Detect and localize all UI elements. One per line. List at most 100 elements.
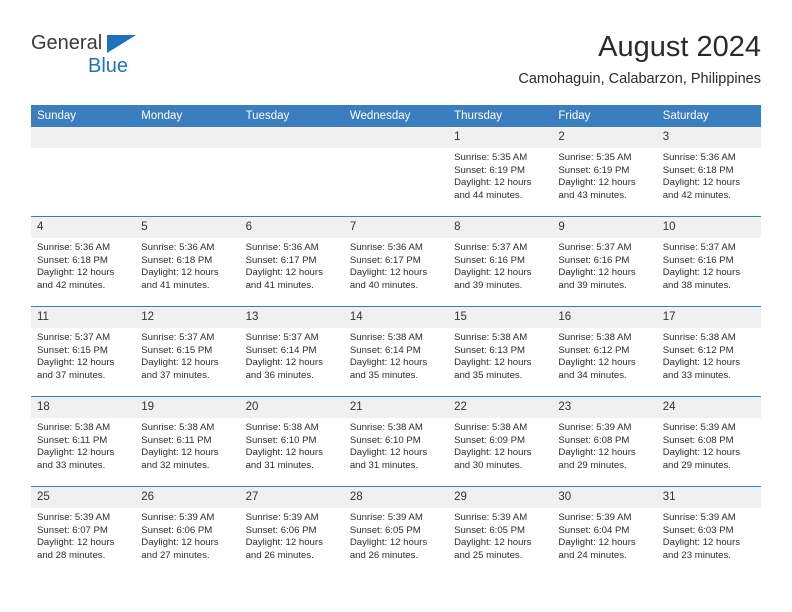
sunrise-time: Sunrise: 5:38 AM <box>37 422 111 433</box>
day-number: 4 <box>31 217 136 238</box>
daylight-duration-line2: and 32 minutes. <box>141 459 210 471</box>
sunset-time: Sunset: 6:16 PM <box>558 254 630 266</box>
day-number: 16 <box>552 307 657 328</box>
daylight-duration-line1: Daylight: 12 hours <box>454 357 532 369</box>
sunset-time: Sunset: 6:19 PM <box>558 164 630 176</box>
day-details: Sunrise: 5:38 AM Sunset: 6:11 PM Daylight:… <box>135 418 239 472</box>
day-details: Sunrise: 5:39 AM Sunset: 6:03 PM Daylight:… <box>657 508 761 562</box>
calendar-day-cell[interactable]: 5 Sunrise: 5:36 AM Sunset: 6:18 PM Daylight… <box>135 216 240 307</box>
calendar-day-cell[interactable]: 7 Sunrise: 5:36 AM Sunset: 6:17 PM Daylight… <box>343 216 449 307</box>
day-details: Sunrise: 5:37 AM Sunset: 6:14 PM Daylight:… <box>240 328 344 382</box>
calendar-week-row: 4 Sunrise: 5:36 AM Sunset: 6:18 PM Daylight… <box>31 216 761 307</box>
calendar-day-cell[interactable]: 12 Sunrise: 5:37 AM Sunset: 6:15 PM Dayligh… <box>135 306 240 397</box>
weekday-header-wednesday: Wednesday <box>343 105 449 127</box>
sunset-time: Sunset: 6:18 PM <box>37 254 108 266</box>
sunset-time: Sunset: 6:08 PM <box>662 434 734 446</box>
day-number: 15 <box>448 307 553 328</box>
sunrise-time: Sunrise: 5:39 AM <box>454 512 528 523</box>
calendar-day-cell[interactable]: 9 Sunrise: 5:37 AM Sunset: 6:16 PM Daylight… <box>552 216 657 307</box>
daylight-duration-line2: and 27 minutes. <box>141 549 210 561</box>
sunrise-time: Sunrise: 5:38 AM <box>349 332 423 343</box>
day-number: 27 <box>239 487 344 508</box>
daylight-duration-line2: and 42 minutes. <box>37 279 106 291</box>
calendar-body: 1 Sunrise: 5:35 AM Sunset: 6:19 PM Daylight… <box>31 127 761 576</box>
logo-text-blue: Blue <box>88 55 129 77</box>
calendar-day-cell[interactable]: 28 Sunrise: 5:39 AM Sunset: 6:05 PM Dayligh… <box>343 486 449 576</box>
day-number: 24 <box>656 397 761 418</box>
daylight-duration-line1: Daylight: 12 hours <box>141 357 219 369</box>
daylight-duration-line2: and 34 minutes. <box>558 369 627 381</box>
calendar-day-cell[interactable]: 17 Sunrise: 5:38 AM Sunset: 6:12 PM Dayligh… <box>656 306 761 397</box>
day-details: Sunrise: 5:38 AM Sunset: 6:13 PM Daylight:… <box>448 328 552 382</box>
calendar-day-cell[interactable]: 16 Sunrise: 5:38 AM Sunset: 6:12 PM Dayligh… <box>552 306 657 397</box>
sunrise-time: Sunrise: 5:38 AM <box>454 332 528 343</box>
calendar-day-cell[interactable]: 27 Sunrise: 5:39 AM Sunset: 6:06 PM Dayligh… <box>239 486 344 576</box>
daylight-duration-line1: Daylight: 12 hours <box>349 447 428 459</box>
calendar-day-cell[interactable]: 3 Sunrise: 5:36 AM Sunset: 6:18 PM Daylight… <box>656 127 761 217</box>
sunset-time: Sunset: 6:11 PM <box>141 434 212 446</box>
day-number: 10 <box>656 217 761 238</box>
day-number <box>31 127 136 148</box>
daylight-duration-line2: and 42 minutes. <box>662 189 731 201</box>
day-number: 31 <box>656 487 761 508</box>
daylight-duration-line2: and 41 minutes. <box>245 279 314 291</box>
weekday-header-tuesday: Tuesday <box>239 105 344 127</box>
daylight-duration-line1: Daylight: 12 hours <box>245 447 323 459</box>
calendar-day-cell[interactable]: 20 Sunrise: 5:38 AM Sunset: 6:10 PM Dayligh… <box>239 396 344 487</box>
daylight-duration-line2: and 40 minutes. <box>349 279 419 291</box>
day-number: 6 <box>239 217 344 238</box>
calendar-day-cell[interactable]: 18 Sunrise: 5:38 AM Sunset: 6:11 PM Dayligh… <box>31 396 136 487</box>
day-number: 29 <box>448 487 553 508</box>
calendar-day-cell[interactable]: 29 Sunrise: 5:39 AM Sunset: 6:05 PM Dayligh… <box>448 486 553 576</box>
day-details: Sunrise: 5:39 AM Sunset: 6:06 PM Daylight:… <box>135 508 239 562</box>
daylight-duration-line2: and 36 minutes. <box>245 369 314 381</box>
calendar-day-cell[interactable]: 22 Sunrise: 5:38 AM Sunset: 6:09 PM Dayligh… <box>448 396 553 487</box>
daylight-duration-line1: Daylight: 12 hours <box>245 537 323 549</box>
calendar-day-cell[interactable]: 2 Sunrise: 5:35 AM Sunset: 6:19 PM Daylight… <box>552 127 657 217</box>
sunset-time: Sunset: 6:12 PM <box>558 344 630 356</box>
daylight-duration-line1: Daylight: 12 hours <box>558 537 636 549</box>
day-number: 30 <box>552 487 657 508</box>
sunrise-time: Sunrise: 5:38 AM <box>141 422 215 433</box>
calendar-day-cell[interactable]: 14 Sunrise: 5:38 AM Sunset: 6:14 PM Dayligh… <box>343 306 449 397</box>
calendar-day-cell[interactable]: 11 Sunrise: 5:37 AM Sunset: 6:15 PM Dayligh… <box>31 306 136 397</box>
calendar-day-cell[interactable]: 4 Sunrise: 5:36 AM Sunset: 6:18 PM Daylight… <box>31 216 136 307</box>
calendar-day-cell[interactable]: 19 Sunrise: 5:38 AM Sunset: 6:11 PM Dayligh… <box>135 396 240 487</box>
calendar-day-cell[interactable]: 30 Sunrise: 5:39 AM Sunset: 6:04 PM Dayligh… <box>552 486 657 576</box>
daylight-duration-line1: Daylight: 12 hours <box>662 177 741 189</box>
calendar-day-cell[interactable]: 6 Sunrise: 5:36 AM Sunset: 6:17 PM Daylight… <box>239 216 344 307</box>
calendar-day-cell[interactable]: 26 Sunrise: 5:39 AM Sunset: 6:06 PM Dayligh… <box>135 486 240 576</box>
sunset-time: Sunset: 6:19 PM <box>454 164 526 176</box>
calendar-week-row: 18 Sunrise: 5:38 AM Sunset: 6:11 PM Dayligh… <box>31 396 761 487</box>
day-details: Sunrise: 5:36 AM Sunset: 6:18 PM Daylight:… <box>657 148 761 202</box>
calendar-day-cell-empty <box>239 127 344 217</box>
day-details: Sunrise: 5:37 AM Sunset: 6:16 PM Daylight:… <box>552 238 656 292</box>
daylight-duration-line1: Daylight: 12 hours <box>245 267 323 279</box>
weekday-header-sunday: Sunday <box>31 105 136 127</box>
calendar-day-cell[interactable]: 31 Sunrise: 5:39 AM Sunset: 6:03 PM Dayligh… <box>656 486 761 576</box>
weekday-header-saturday: Saturday <box>656 105 761 127</box>
calendar-day-cell[interactable]: 1 Sunrise: 5:35 AM Sunset: 6:19 PM Daylight… <box>448 127 553 217</box>
calendar-day-cell[interactable]: 10 Sunrise: 5:37 AM Sunset: 6:16 PM Dayligh… <box>656 216 761 307</box>
sunrise-time: Sunrise: 5:39 AM <box>662 512 736 523</box>
general-blue-logo[interactable]: General Blue <box>31 32 231 88</box>
calendar-day-cell[interactable]: 21 Sunrise: 5:38 AM Sunset: 6:10 PM Dayligh… <box>343 396 449 487</box>
sunset-time: Sunset: 6:10 PM <box>245 434 317 446</box>
sunrise-time: Sunrise: 5:35 AM <box>558 152 632 163</box>
calendar-day-cell[interactable]: 25 Sunrise: 5:39 AM Sunset: 6:07 PM Dayligh… <box>31 486 136 576</box>
calendar-day-cell[interactable]: 8 Sunrise: 5:37 AM Sunset: 6:16 PM Daylight… <box>448 216 553 307</box>
calendar-day-cell[interactable]: 13 Sunrise: 5:37 AM Sunset: 6:14 PM Dayligh… <box>239 306 344 397</box>
day-details: Sunrise: 5:38 AM Sunset: 6:11 PM Daylight:… <box>31 418 135 472</box>
daylight-duration-line2: and 37 minutes. <box>141 369 210 381</box>
sunset-time: Sunset: 6:14 PM <box>245 344 317 356</box>
day-details: Sunrise: 5:37 AM Sunset: 6:15 PM Daylight:… <box>31 328 135 382</box>
sunrise-time: Sunrise: 5:39 AM <box>558 422 632 433</box>
sunrise-time: Sunrise: 5:37 AM <box>245 332 319 343</box>
day-details: Sunrise: 5:38 AM Sunset: 6:12 PM Daylight:… <box>552 328 656 382</box>
calendar-week-row: 11 Sunrise: 5:37 AM Sunset: 6:15 PM Dayligh… <box>31 306 761 397</box>
calendar-day-cell[interactable]: 15 Sunrise: 5:38 AM Sunset: 6:13 PM Dayligh… <box>448 306 553 397</box>
calendar-day-cell[interactable]: 24 Sunrise: 5:39 AM Sunset: 6:08 PM Dayligh… <box>656 396 761 487</box>
day-details: Sunrise: 5:36 AM Sunset: 6:17 PM Daylight:… <box>240 238 344 292</box>
day-details: Sunrise: 5:36 AM Sunset: 6:18 PM Daylight:… <box>31 238 135 292</box>
calendar-day-cell[interactable]: 23 Sunrise: 5:39 AM Sunset: 6:08 PM Dayligh… <box>552 396 657 487</box>
